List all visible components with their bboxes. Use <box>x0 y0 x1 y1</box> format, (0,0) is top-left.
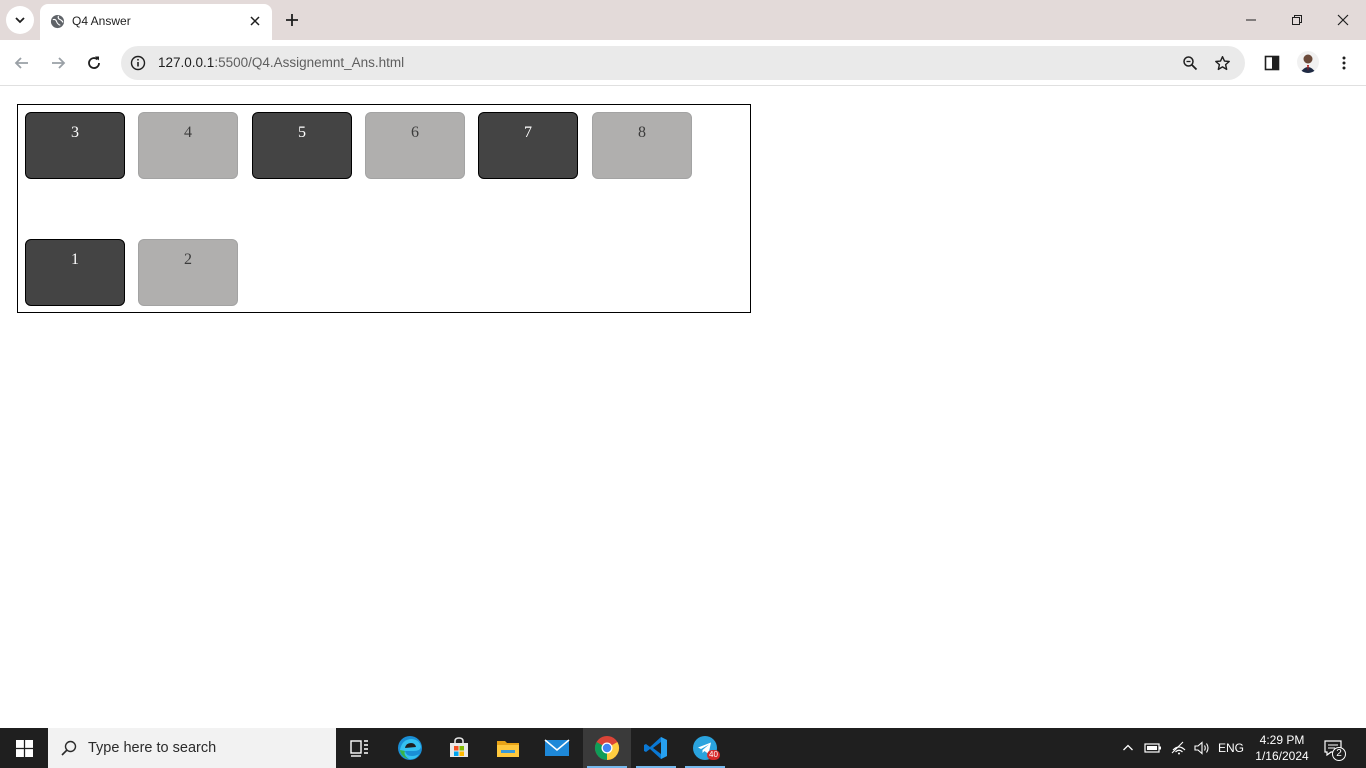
windows-taskbar: Type here to search 40 ENG 4:29 PM 1/16/… <box>0 728 1366 768</box>
flex-container: 3 4 5 6 7 8 1 2 <box>17 104 751 313</box>
avatar-icon <box>1300 54 1316 73</box>
star-icon <box>1214 55 1230 70</box>
edge-icon <box>398 736 422 760</box>
battery-icon <box>1144 743 1161 753</box>
arrow-left-icon <box>14 57 28 69</box>
language-label: ENG <box>1217 741 1244 755</box>
tab-close-button[interactable] <box>248 14 262 28</box>
tab-search-button[interactable] <box>6 6 34 34</box>
box-label: 3 <box>71 124 79 141</box>
taskbar-search-placeholder: Type here to search <box>88 740 217 756</box>
language-indicator[interactable]: ENG <box>1214 728 1248 768</box>
show-hidden-icons-button[interactable] <box>1118 728 1138 768</box>
restore-icon <box>1292 15 1302 25</box>
tab-title: Q4 Answer <box>72 14 131 28</box>
minimize-button[interactable] <box>1241 10 1261 30</box>
arrow-right-icon <box>52 57 66 69</box>
tab-q4-answer[interactable]: Q4 Answer <box>40 4 272 40</box>
windows-logo-icon <box>15 739 33 757</box>
box-item: 4 <box>138 112 238 179</box>
minimize-icon <box>1246 19 1256 21</box>
box-item: 7 <box>478 112 578 179</box>
volume-button[interactable] <box>1191 728 1213 768</box>
search-icon <box>61 740 77 756</box>
more-vertical-icon <box>1342 56 1346 70</box>
network-button[interactable] <box>1168 728 1190 768</box>
taskbar-app-mail[interactable] <box>533 728 581 768</box>
side-panel-button[interactable] <box>1262 53 1282 73</box>
task-view-button[interactable] <box>336 728 384 768</box>
box-label: 7 <box>524 124 532 141</box>
side-panel-icon <box>1264 55 1280 71</box>
chevron-down-icon <box>15 17 25 24</box>
box-label: 4 <box>184 124 192 141</box>
address-bar[interactable]: 127.0.0.1:5500/Q4.Assignemnt_Ans.html <box>121 46 1245 80</box>
box-item: 8 <box>592 112 692 179</box>
box-label: 8 <box>638 124 646 141</box>
new-tab-button[interactable] <box>282 10 302 30</box>
reload-icon <box>88 56 100 69</box>
url-text: 127.0.0.1:5500/Q4.Assignemnt_Ans.html <box>158 55 404 71</box>
box-item: 1 <box>25 239 125 306</box>
clock-time: 4:29 PM <box>1259 733 1305 747</box>
box-label: 1 <box>71 251 79 268</box>
page-content: 3 4 5 6 7 8 1 2 <box>0 87 1366 728</box>
vscode-icon <box>644 737 667 759</box>
close-icon <box>1337 14 1349 26</box>
site-info-button[interactable] <box>129 54 147 72</box>
profile-avatar[interactable] <box>1297 51 1319 73</box>
box-item: 6 <box>365 112 465 179</box>
speaker-icon <box>1194 741 1209 755</box>
task-view-icon <box>350 740 368 757</box>
back-button[interactable] <box>12 53 32 73</box>
zoom-button[interactable] <box>1181 54 1199 72</box>
taskbar-app-edge[interactable] <box>386 728 434 768</box>
bookmark-button[interactable] <box>1213 54 1231 72</box>
forward-button[interactable] <box>48 53 68 73</box>
info-icon <box>130 55 146 71</box>
close-window-button[interactable] <box>1333 10 1353 30</box>
box-item: 2 <box>138 239 238 306</box>
menu-button[interactable] <box>1334 53 1354 73</box>
close-icon <box>250 16 260 26</box>
box-item: 5 <box>252 112 352 179</box>
url-host: 127.0.0.1 <box>158 55 215 70</box>
plus-icon <box>286 14 298 26</box>
taskbar-clock[interactable]: 4:29 PM 1/16/2024 <box>1252 732 1312 764</box>
box-label: 6 <box>411 124 419 141</box>
taskbar-app-chrome[interactable] <box>583 728 631 768</box>
taskbar-app-vscode[interactable] <box>632 728 680 768</box>
taskbar-app-store[interactable] <box>435 728 483 768</box>
clock-date: 1/16/2024 <box>1255 749 1309 763</box>
file-explorer-icon <box>497 741 519 757</box>
zoom-out-icon <box>1183 56 1198 71</box>
start-button[interactable] <box>0 728 48 768</box>
battery-button[interactable] <box>1142 728 1164 768</box>
store-icon <box>450 737 468 757</box>
box-item: 3 <box>25 112 125 179</box>
restore-button[interactable] <box>1287 10 1307 30</box>
notification-count-badge: 2 <box>1332 747 1346 761</box>
mail-icon <box>544 739 570 756</box>
globe-icon <box>50 14 65 29</box>
wifi-icon <box>1171 741 1186 755</box>
taskbar-app-telegram[interactable] <box>681 728 729 768</box>
chevron-up-icon <box>1123 744 1133 751</box>
browser-tab-strip: Q4 Answer <box>0 0 1366 40</box>
chrome-icon <box>594 736 620 760</box>
box-label: 2 <box>184 251 192 268</box>
taskbar-search-box[interactable]: Type here to search <box>48 728 336 768</box>
taskbar-app-file-explorer[interactable] <box>484 728 532 768</box>
reload-button[interactable] <box>84 53 104 73</box>
url-path: :5500/Q4.Assignemnt_Ans.html <box>214 55 405 70</box>
telegram-unread-badge: 40 <box>707 750 720 760</box>
box-label: 5 <box>298 124 306 141</box>
browser-toolbar: 127.0.0.1:5500/Q4.Assignemnt_Ans.html <box>0 40 1366 86</box>
